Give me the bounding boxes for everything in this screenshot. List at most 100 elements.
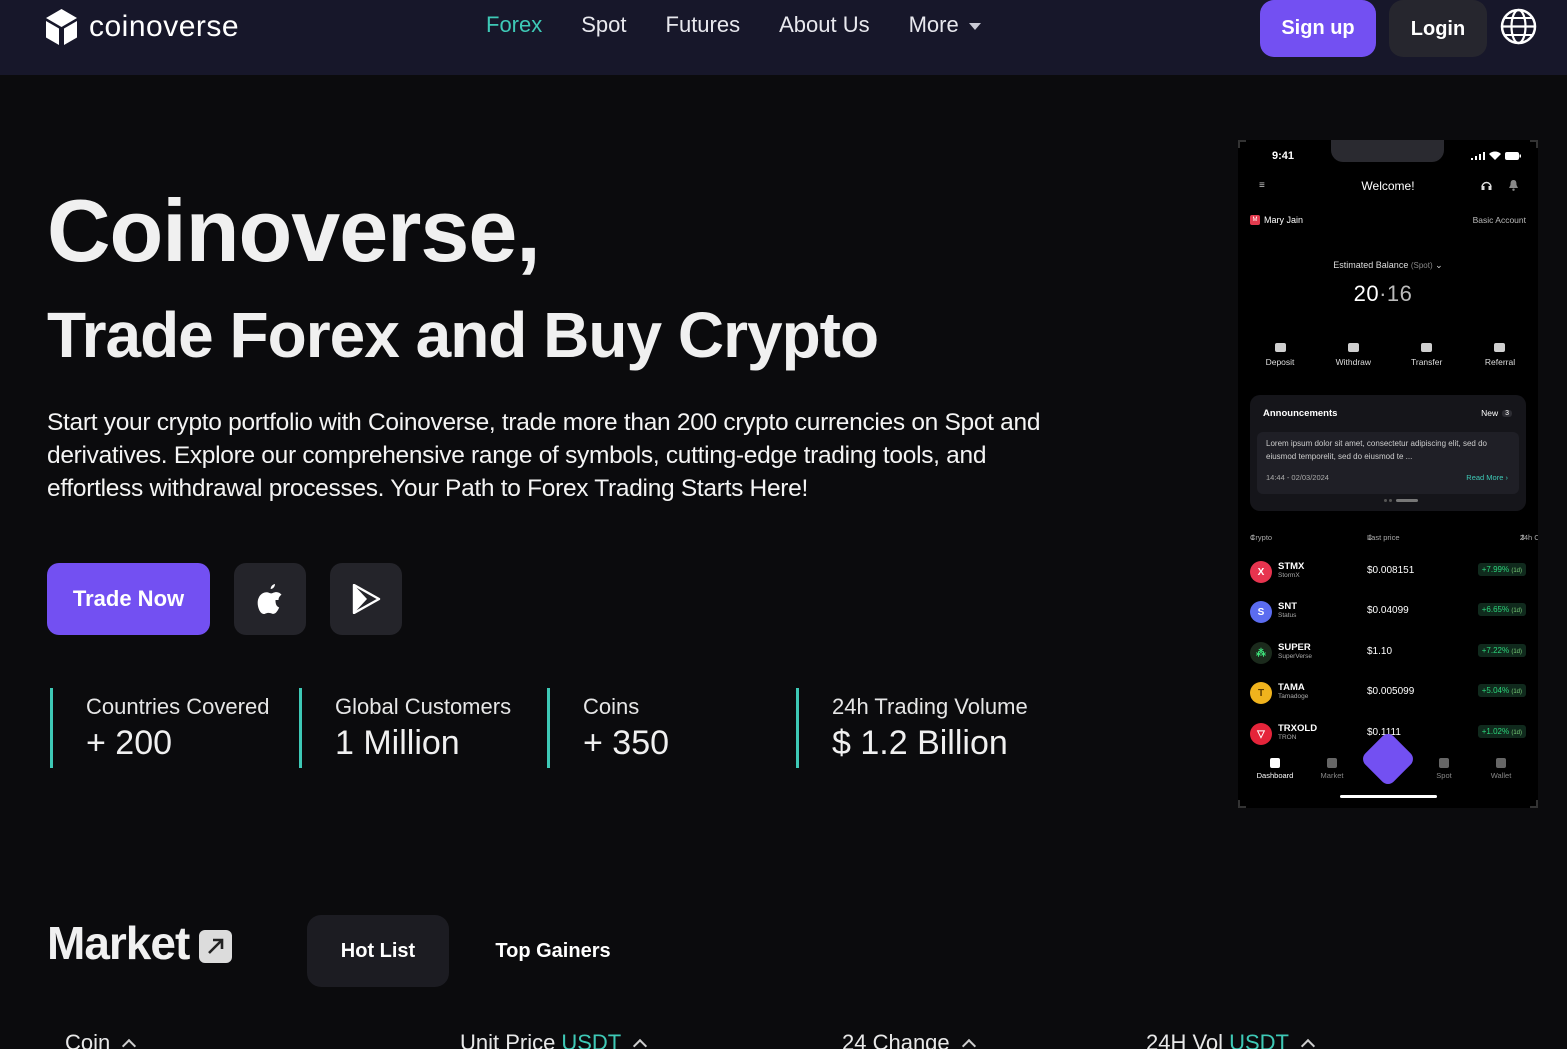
coin-icon: X [1250,561,1272,583]
pager-dots [1384,499,1418,502]
withdraw-action[interactable]: Withdraw [1323,343,1383,367]
crypto-row[interactable]: X STMX StormX $0.008151 +7.99% (1d) [1250,558,1526,588]
chevron-down-icon: ⌄ [1435,260,1443,270]
sort-caret-icon [961,1038,976,1049]
column-unit-price[interactable]: Unit Price USDT [460,1030,648,1049]
chevron-down-icon [968,23,981,30]
col-last-price[interactable]: Last price ⇕ [1367,533,1400,542]
change-value: +7.99% [1481,565,1510,574]
nav-link-more-label: More [908,12,959,37]
crypto-row[interactable]: T TAMA Tamadoge $0.005099 +5.04% (1d) [1250,679,1526,709]
stat-label: Countries Covered [86,694,270,719]
nav-link-forex[interactable]: Forex [486,12,542,38]
announcement-text: Lorem ipsum dolor sit amet, consectetur … [1266,439,1487,461]
withdraw-icon [1347,343,1359,352]
estimated-balance-label[interactable]: Estimated Balance (Spot) ⌄ [1238,260,1538,271]
transfer-action[interactable]: Transfer [1397,343,1457,367]
coin-change: +7.22% (1d) [1477,644,1526,657]
brand-name: coinoverse [89,10,240,43]
coin-name: Tamadoge [1278,693,1309,700]
col-24h-change[interactable]: 24h CH ⇕ [1520,533,1538,542]
column-24h-vol[interactable]: 24H Vol USDT [1146,1030,1316,1049]
coin-icon: T [1250,682,1272,704]
tab-top-gainers[interactable]: Top Gainers [474,915,632,987]
coin-symbol: TAMA [1278,682,1305,693]
nav-link-futures[interactable]: Futures [666,12,741,38]
crypto-row[interactable]: S SNT Status $0.04099 +6.65% (1d) [1250,598,1526,628]
market-icon [1327,758,1337,768]
trade-now-button[interactable]: Trade Now [47,563,210,635]
sort-caret-icon [122,1038,137,1049]
signal-icon [1471,151,1485,160]
apple-icon [257,584,282,614]
stat-value: 1 Million [335,724,460,762]
stat-coins: Coins + 350 [547,688,669,768]
new-label: New [1481,408,1499,418]
tab-wallet[interactable]: Wallet [1476,758,1526,780]
announcements-title: Announcements [1263,408,1338,419]
avatar: M [1250,215,1260,225]
announcement-item[interactable]: Lorem ipsum dolor sit amet, consectetur … [1257,432,1519,494]
nav-link-more[interactable]: More [909,12,981,38]
frame-corner [1238,800,1246,808]
column-coin[interactable]: Coin [65,1030,137,1049]
phone-user[interactable]: M Mary Jain [1250,215,1303,225]
action-label: Referral [1484,357,1516,367]
column-unit: USDT [561,1030,622,1049]
coin-price: $0.008151 [1367,565,1415,576]
coin-icon: ⁂ [1250,642,1272,664]
signup-button[interactable]: Sign up [1260,0,1376,57]
coin-icon: ▽ [1250,723,1272,745]
coin-change: +1.02% (1d) [1477,725,1526,738]
estimated-label: Estimated Balance [1333,260,1409,270]
coin-price: $1.10 [1367,646,1393,657]
stat-value: + 200 [86,724,173,762]
frame-corner [1530,140,1538,148]
tab-market[interactable]: Market [1307,758,1357,780]
deposit-action[interactable]: Deposit [1250,343,1310,367]
wallet-icon [1496,758,1506,768]
coin-price: $0.04099 [1367,605,1409,616]
login-button[interactable]: Login [1389,0,1487,57]
col-label: Crypto [1250,533,1273,542]
nav-links: Forex Spot Futures About Us More [486,12,981,38]
google-play-icon [352,584,381,614]
google-play-button[interactable] [330,563,402,635]
tab-dashboard[interactable]: Dashboard [1250,758,1300,780]
crypto-row[interactable]: ⁂ SUPER SuperVerse $1.10 +7.22% (1d) [1250,639,1526,669]
change-value: +1.02% [1481,727,1510,736]
stat-label: Global Customers [335,694,512,719]
change-value: +7.22% [1481,646,1510,655]
nav-link-spot[interactable]: Spot [581,12,626,38]
read-more-label: Read More [1466,473,1504,482]
estimated-sub: (Spot) [1410,261,1433,270]
market-title: Market [47,917,190,969]
arrow-up-right-icon[interactable] [199,929,233,963]
column-24-change[interactable]: 24 Change [842,1030,976,1049]
read-more-link[interactable]: Read More › [1466,473,1508,482]
action-label: Withdraw [1335,357,1372,367]
status-time: 9:41 [1272,150,1295,162]
coin-symbol: SUPER [1278,642,1311,653]
brand-logo[interactable]: coinoverse [46,9,239,45]
globe-icon[interactable] [1500,8,1537,45]
coin-name: SuperVerse [1278,653,1312,660]
col-label: Last price [1367,533,1400,542]
stat-value: + 350 [583,724,670,762]
bell-icon[interactable] [1509,180,1518,191]
tab-hot-list[interactable]: Hot List [307,915,449,987]
gift-icon [1494,343,1506,352]
tab-spot[interactable]: Spot [1419,758,1469,780]
stat-label: Coins [583,694,640,719]
referral-action[interactable]: Referral [1470,343,1530,367]
col-label: 24h CH [1519,533,1538,542]
top-navbar: coinoverse Forex Spot Futures About Us M… [0,0,1567,75]
phone-notch [1331,140,1444,162]
change-period: (1d) [1511,568,1522,574]
coin-name: Status [1278,612,1297,619]
nav-link-about-us[interactable]: About Us [779,12,870,38]
col-crypto[interactable]: Crypto ⇕ [1250,533,1272,542]
app-store-button[interactable] [234,563,306,635]
headset-icon[interactable] [1481,180,1492,190]
coin-icon: S [1250,601,1272,623]
